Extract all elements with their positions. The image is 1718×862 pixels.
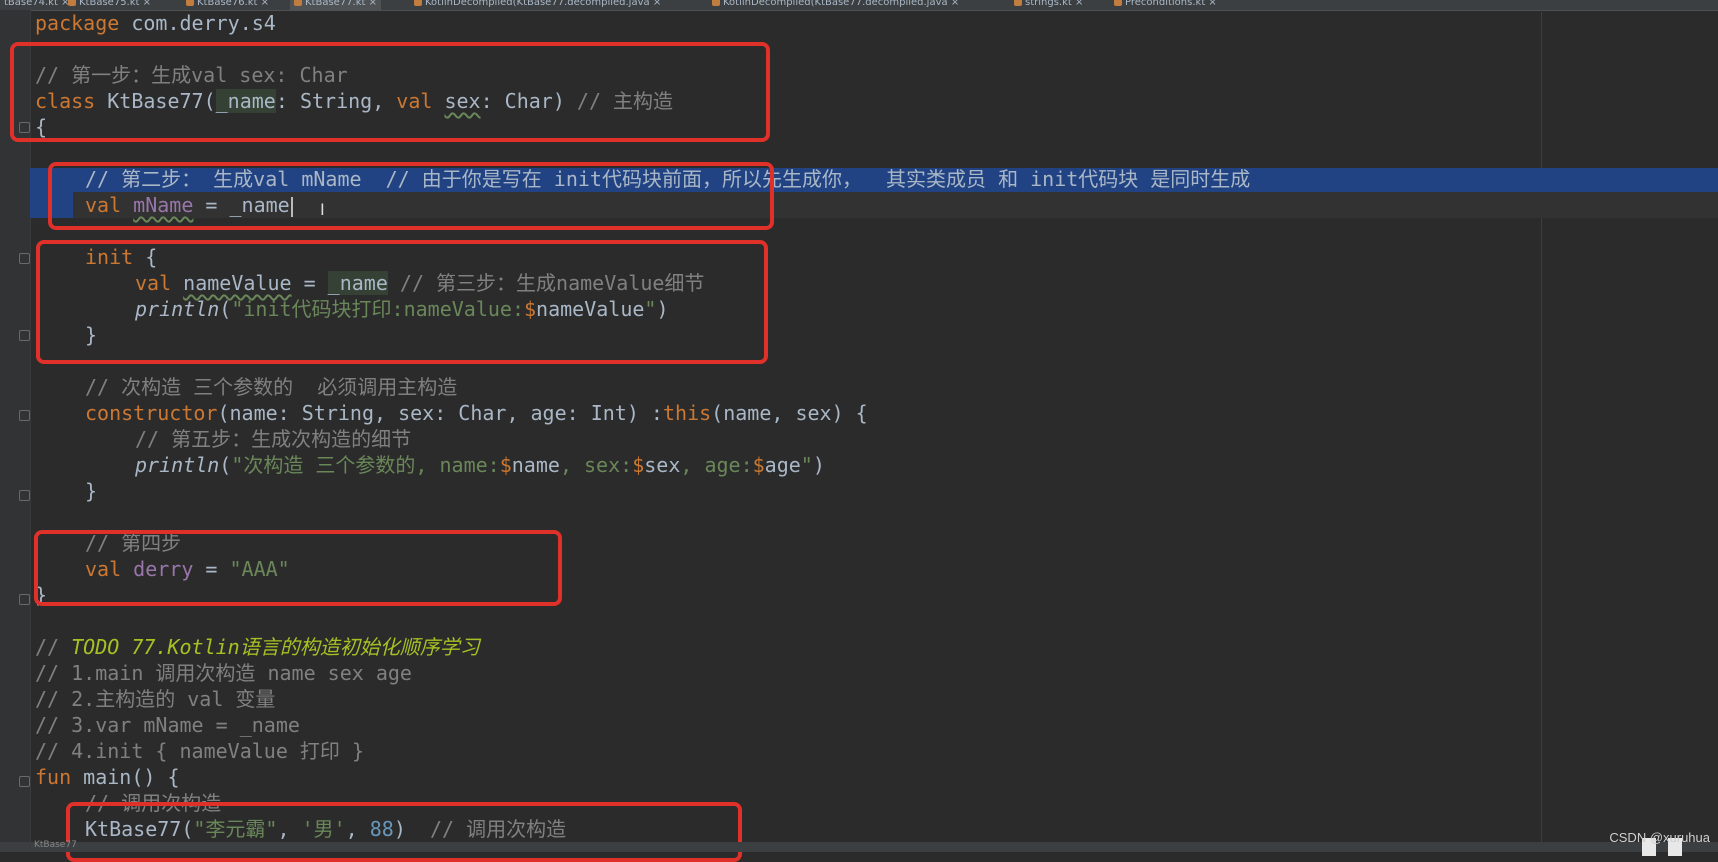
- tab-strings[interactable]: strings.kt ×: [1010, 0, 1087, 10]
- kotlin-file-icon: [186, 0, 194, 6]
- status-file: KtBase77: [34, 840, 77, 850]
- annotation-box-step2: [48, 162, 774, 230]
- token: ": [800, 453, 813, 477]
- code-line-22: // 3.var mName = _name: [35, 712, 300, 738]
- comment: // 3.var mName = _name: [35, 713, 300, 737]
- code-line-21: // 2.主构造的 val 变量: [35, 686, 275, 712]
- kotlin-file-icon: [294, 0, 302, 6]
- code-line-13: // 第五步：生成次构造的细节: [35, 426, 411, 452]
- annotation-box-step1: [10, 42, 770, 142]
- tab-ktbase77[interactable]: KtBase77.kt ×: [290, 0, 382, 10]
- comment: // 4.init { nameValue 打印 }: [35, 739, 364, 763]
- code-line-1: package com.derry.s4: [35, 10, 276, 36]
- token: }: [85, 479, 98, 503]
- tab-label: KtBase77.kt: [305, 0, 366, 8]
- fold-icon[interactable]: [19, 253, 30, 264]
- token: println: [135, 453, 220, 477]
- tab-label: tBase74.kt: [4, 0, 58, 8]
- tab-decompiled-2[interactable]: KotlinDecompiled(KtBase77.decompiled.jav…: [708, 0, 963, 10]
- tab-label: KotlinDecompiled(KtBase77.decompiled.jav…: [425, 0, 650, 8]
- token: sex: [644, 453, 681, 477]
- comment: // 2.主构造的 val 变量: [35, 687, 276, 711]
- tab-ktbase76[interactable]: KtBase76.kt ×: [182, 0, 273, 10]
- java-file-icon: [712, 0, 720, 6]
- watermark: CSDN @xuruhua: [1609, 830, 1710, 845]
- token: $: [752, 453, 765, 477]
- todo-comment: TODO 77.Kotlin语言的构造初始化顺序学习: [71, 635, 480, 659]
- token: "次构造 三个参数的, name:: [231, 453, 500, 477]
- token: name: [511, 453, 560, 477]
- code-line-12: constructor(name: String, sex: Char, age…: [35, 400, 868, 426]
- token: constructor: [85, 401, 218, 425]
- token: ): [812, 453, 825, 477]
- code-line-11: // 次构造 三个参数的 必须调用主构造: [35, 374, 457, 400]
- comment: // 第五步：生成次构造的细节: [135, 427, 412, 451]
- kotlin-file-icon: [68, 0, 76, 6]
- token: package: [35, 11, 120, 35]
- java-file-icon: [414, 0, 422, 6]
- fold-icon[interactable]: [19, 490, 30, 501]
- comment: //: [35, 635, 72, 659]
- comment: // 次构造 三个参数的 必须调用主构造: [85, 375, 458, 399]
- token: (: [219, 453, 232, 477]
- status-bar: [0, 842, 1718, 852]
- annotation-box-main-call: [66, 802, 742, 862]
- tab-label: strings.kt: [1025, 0, 1072, 8]
- right-margin-guide: [1541, 10, 1542, 842]
- token: com.derry.s4: [119, 11, 276, 35]
- annotation-box-step3: [36, 240, 768, 364]
- tab-label: KotlinDecompiled(KtBase77.decompiled.jav…: [723, 0, 948, 8]
- tab-preconditions[interactable]: Preconditions.kt ×: [1110, 0, 1221, 10]
- tab-label: KtBase76.kt: [197, 0, 258, 8]
- token: fun: [35, 765, 72, 789]
- fold-icon[interactable]: [19, 330, 30, 341]
- run-icon[interactable]: [19, 776, 30, 787]
- token: (name: String, sex: Char, age: Int) :: [217, 401, 663, 425]
- comment: // 1.main 调用次构造 name sex age: [35, 661, 412, 685]
- fold-icon[interactable]: [19, 410, 30, 421]
- token: , age:: [680, 453, 753, 477]
- token: $: [499, 453, 512, 477]
- token: , sex:: [559, 453, 633, 477]
- code-line-14: println("次构造 三个参数的, name:$name, sex:$sex…: [35, 452, 825, 478]
- token: age: [764, 453, 801, 477]
- tab-ktbase74[interactable]: tBase74.kt ×: [0, 0, 73, 10]
- code-line-23: // 4.init { nameValue 打印 }: [35, 738, 364, 764]
- kotlin-file-icon: [1114, 0, 1122, 6]
- token: this: [662, 401, 712, 425]
- tab-label: Preconditions.kt: [1125, 0, 1206, 8]
- tab-ktbase75[interactable]: KtBase75.kt ×: [64, 0, 155, 10]
- fold-icon[interactable]: [19, 594, 30, 605]
- token: (name, sex) {: [711, 401, 868, 425]
- tab-decompiled-1[interactable]: KotlinDecompiled(KtBase77.decompiled.jav…: [410, 0, 665, 10]
- code-line-15: }: [35, 478, 97, 504]
- token: $: [632, 453, 645, 477]
- token: main() {: [71, 765, 180, 789]
- kotlin-file-icon: [1014, 0, 1022, 6]
- annotation-box-step4: [34, 530, 562, 606]
- code-line-20: // 1.main 调用次构造 name sex age: [35, 660, 412, 686]
- code-line-24: fun main() {: [35, 764, 180, 790]
- code-line-19: // TODO 77.Kotlin语言的构造初始化顺序学习: [35, 634, 480, 660]
- tab-label: KtBase75.kt: [79, 0, 140, 8]
